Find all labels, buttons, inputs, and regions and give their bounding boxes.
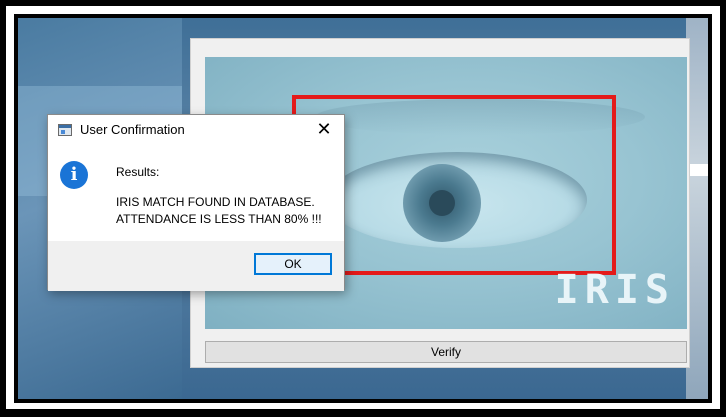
verify-button[interactable]: Verify: [205, 341, 687, 363]
message-line-match: IRIS MATCH FOUND IN DATABASE.: [116, 195, 315, 209]
close-icon[interactable]: ✕: [312, 117, 336, 141]
ok-button[interactable]: OK: [254, 253, 332, 275]
desktop-area: IRIS Verify User Confirmation ✕ i Result…: [14, 14, 712, 403]
message-heading: Results:: [116, 165, 160, 179]
dialog-body: i Results: IRIS MATCH FOUND IN DATABASE.…: [48, 145, 344, 241]
iris-watermark-label: IRIS: [554, 267, 675, 313]
user-confirmation-dialog: User Confirmation ✕ i Results: IRIS MATC…: [47, 114, 345, 291]
message-line-attendance: ATTENDANCE IS LESS THAN 80% !!!: [116, 212, 322, 226]
info-icon: i: [60, 161, 88, 189]
dialog-title: User Confirmation: [80, 122, 185, 137]
screenshot-frame: IRIS Verify User Confirmation ✕ i Result…: [6, 6, 720, 409]
dialog-titlebar[interactable]: User Confirmation ✕: [48, 115, 344, 145]
window-app-icon: [58, 124, 72, 136]
dialog-footer: OK: [48, 241, 344, 291]
